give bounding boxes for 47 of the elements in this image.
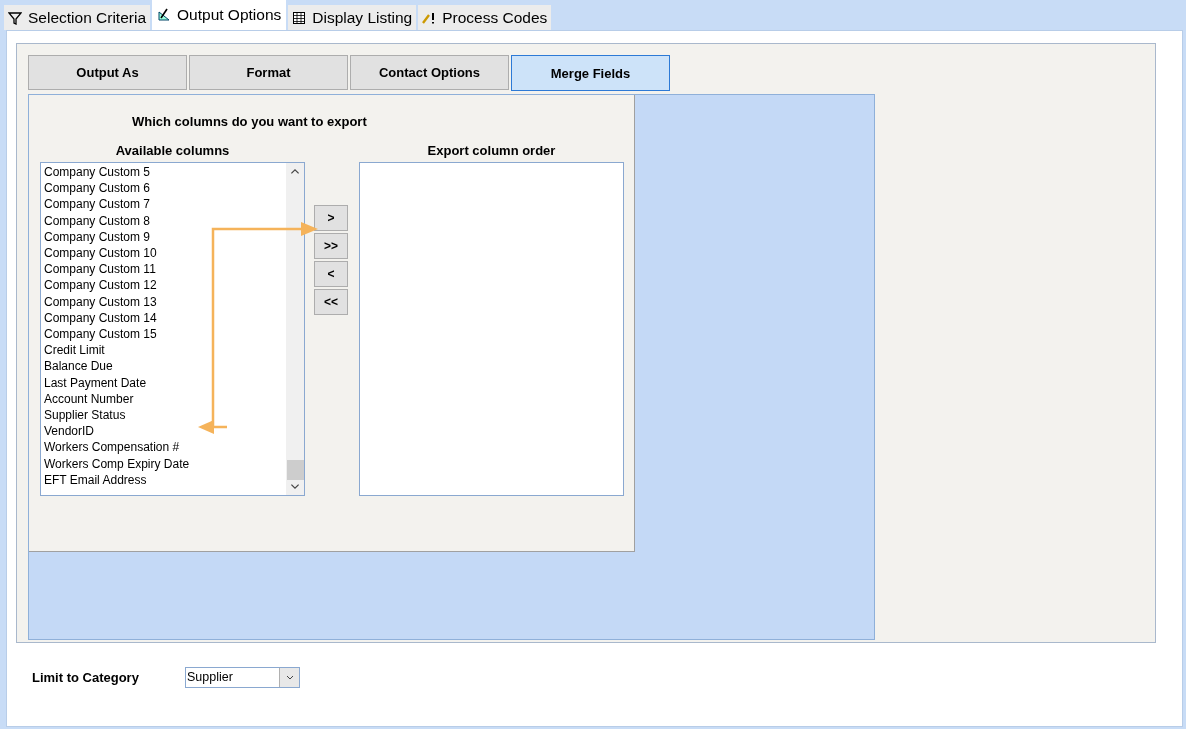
sub-tab[interactable]: Contact Options xyxy=(350,55,509,90)
list-item[interactable]: Company Custom 14 xyxy=(44,309,286,327)
scroll-down-icon[interactable] xyxy=(289,482,301,492)
list-item[interactable]: Balance Due xyxy=(44,358,286,375)
list-item[interactable]: Company Custom 10 xyxy=(44,245,286,262)
list-item[interactable]: Company Custom 11 xyxy=(44,261,286,278)
move-button[interactable]: < xyxy=(314,261,348,287)
list-item[interactable]: Company Custom 5 xyxy=(44,164,286,181)
list-item[interactable]: Company Custom 7 xyxy=(44,196,286,213)
tab[interactable]: Process Codes xyxy=(418,5,552,30)
scroll-up-icon[interactable] xyxy=(289,166,301,176)
sub-tab[interactable]: Format xyxy=(189,55,348,90)
question-text: Which columns do you want to export xyxy=(132,114,368,129)
list-item[interactable]: EFT Email Address xyxy=(44,471,286,489)
filter-icon xyxy=(8,10,22,25)
available-columns-list[interactable] xyxy=(40,162,305,496)
tab[interactable]: Selection Criteria xyxy=(4,5,151,30)
list-item[interactable]: Supplier Status xyxy=(44,407,286,424)
list-item[interactable]: Company Custom 9 xyxy=(44,228,286,245)
sub-tab[interactable]: Output As xyxy=(28,55,187,90)
pencil-exclamation-icon xyxy=(422,10,437,25)
list-heading: Available columns xyxy=(115,143,230,158)
pen-ruler-icon xyxy=(157,8,172,22)
dropdown-chevron-icon xyxy=(284,673,295,682)
sub-tab[interactable]: Merge Fields xyxy=(511,55,670,91)
move-button[interactable]: >> xyxy=(314,233,348,259)
list-item[interactable]: Last Payment Date xyxy=(44,374,286,391)
list-item[interactable]: Credit Limit xyxy=(44,342,286,359)
tab[interactable]: Output Options xyxy=(152,0,287,30)
scrollbar[interactable] xyxy=(286,163,304,495)
list-item[interactable]: VendorID xyxy=(44,423,286,440)
list-item[interactable]: Company Custom 6 xyxy=(44,180,286,197)
move-button[interactable]: << xyxy=(314,289,348,315)
list-item[interactable]: Company Custom 8 xyxy=(44,212,286,229)
list-item[interactable]: Company Custom 13 xyxy=(44,293,286,310)
category-dropdown[interactable]: Supplier xyxy=(185,667,300,688)
category-label: Limit to Category xyxy=(32,670,140,685)
list-item[interactable]: Account Number xyxy=(44,390,286,408)
grid-icon xyxy=(292,10,307,25)
list-item[interactable]: Company Custom 15 xyxy=(44,326,286,343)
list-heading: Export column order xyxy=(427,143,556,158)
list-item[interactable]: Workers Compensation # xyxy=(44,439,286,456)
scroll-thumb[interactable] xyxy=(286,460,304,480)
list-item[interactable]: Workers Comp Expiry Date xyxy=(44,455,286,472)
move-button[interactable]: > xyxy=(314,205,348,231)
list-item[interactable]: Company Custom 12 xyxy=(44,277,286,294)
tab[interactable]: Display Listing xyxy=(288,5,417,30)
